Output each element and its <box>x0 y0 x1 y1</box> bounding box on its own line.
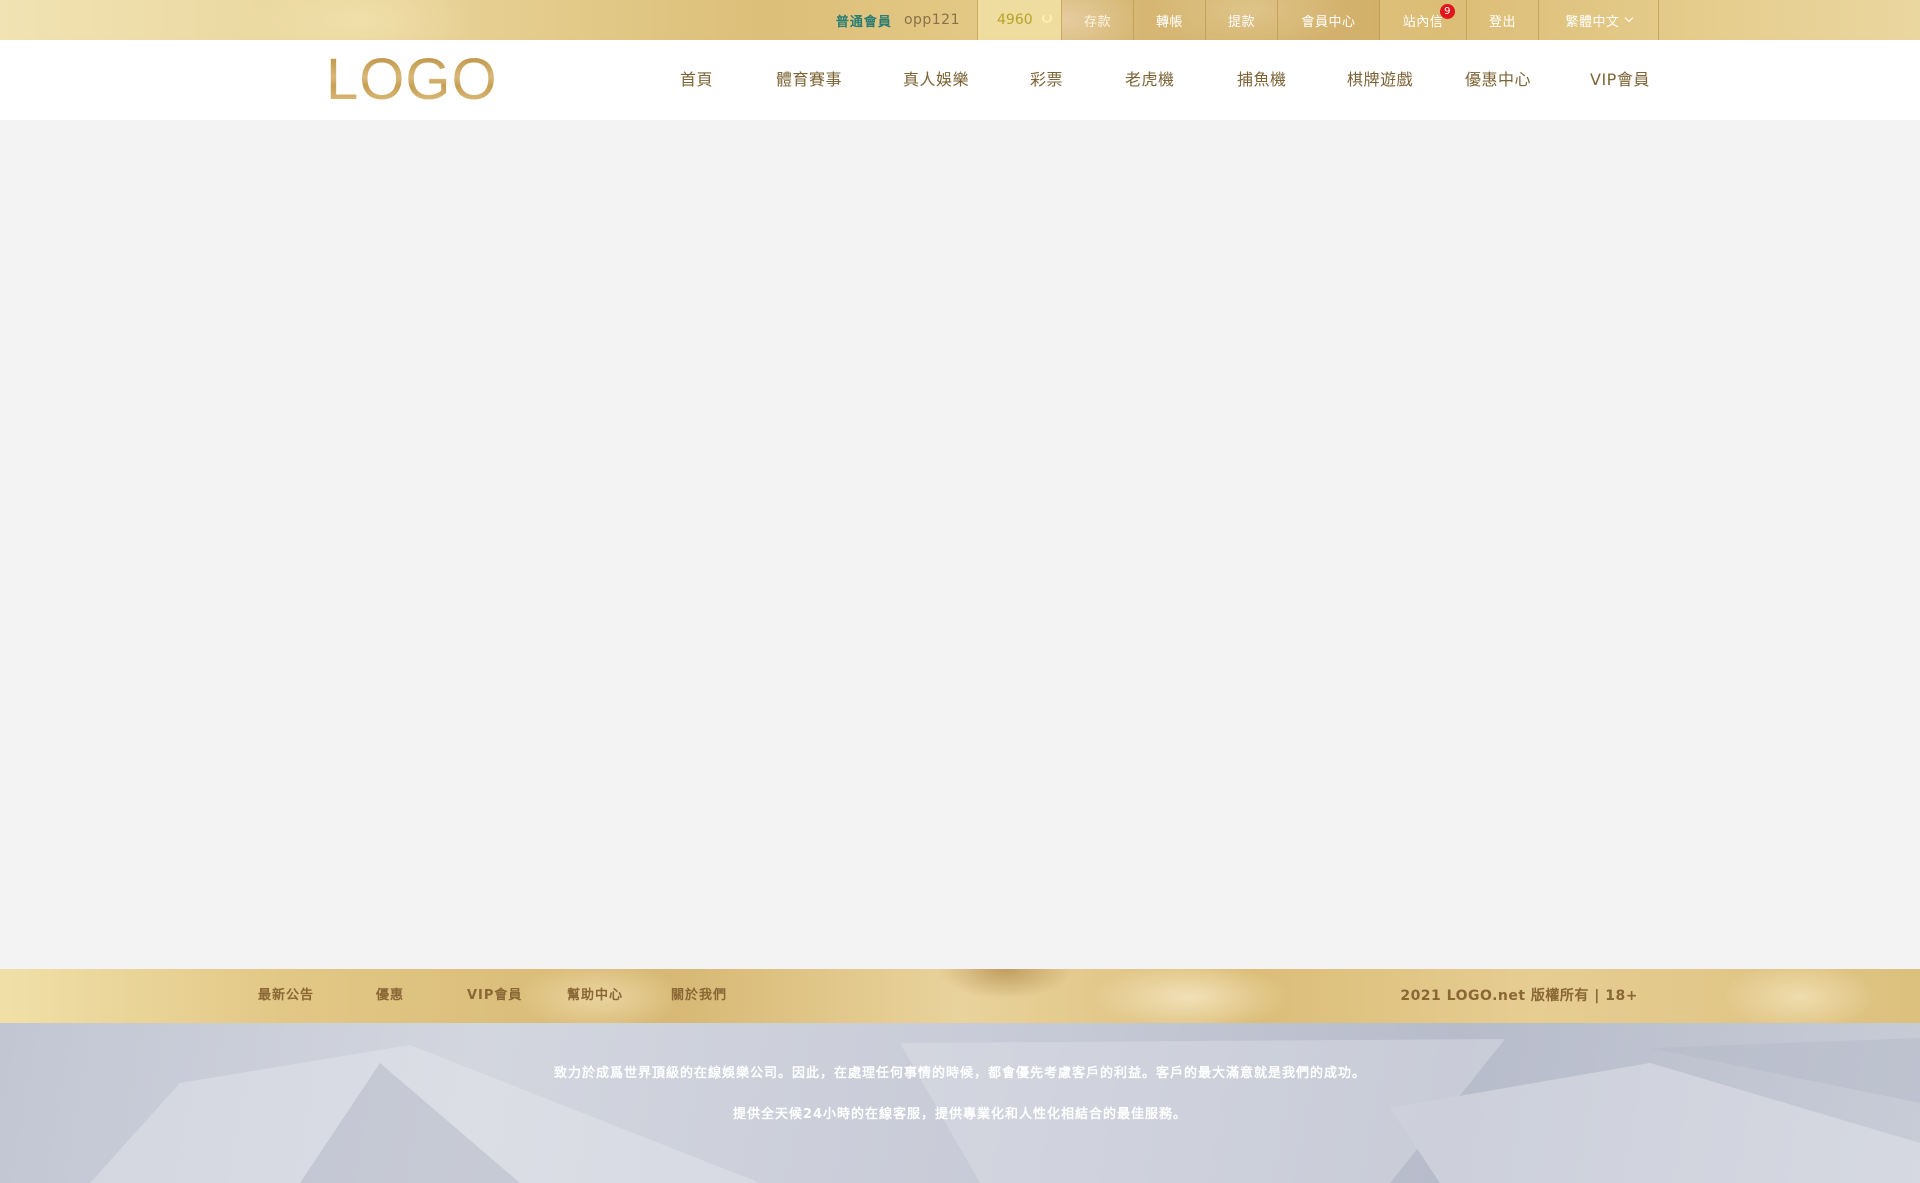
footer-info: 致力於成爲世界頂級的在線娛樂公司。因此，在處理任何事情的時候，都會優先考慮客戶的… <box>0 1023 1920 1183</box>
nav-lottery[interactable]: 彩票 <box>1030 40 1063 120</box>
deposit-label: 存款 <box>1083 14 1111 30</box>
footer-mission-line: 致力於成爲世界頂級的在線娛樂公司。因此，在處理任何事情的時候，都會優先考慮客戶的… <box>553 1066 1366 1081</box>
top-bar-actions: 普通會員 opp121 4960 存款 轉帳 提款 會員中心 站內信 9 登出 … <box>836 0 1659 40</box>
member-level-label: 普通會員 <box>835 14 892 30</box>
refresh-balance-icon[interactable] <box>1042 13 1052 23</box>
nav-live-casino[interactable]: 真人娛樂 <box>903 40 969 120</box>
message-count-badge: 9 <box>1440 4 1455 19</box>
withdraw-label: 提款 <box>1227 14 1255 30</box>
footer-link-vip[interactable]: VIP會員 <box>467 969 522 1023</box>
footer-link-announcements[interactable]: 最新公告 <box>258 969 314 1023</box>
footer-link-help[interactable]: 幫助中心 <box>567 969 623 1023</box>
member-username: opp121 <box>903 12 960 28</box>
messages-label: 站內信 <box>1402 14 1444 30</box>
main-content <box>0 120 1920 969</box>
top-bar: 普通會員 opp121 4960 存款 轉帳 提款 會員中心 站內信 9 登出 … <box>0 0 1920 40</box>
messages-link[interactable]: 站內信 9 <box>1380 0 1467 40</box>
nav-card-games[interactable]: 棋牌遊戲 <box>1347 40 1413 120</box>
language-label: 繁體中文 <box>1565 14 1620 30</box>
main-nav: 首頁 體育賽事 真人娛樂 彩票 老虎機 捕魚機 棋牌遊戲 優惠中心 VIP會員 <box>0 40 1920 120</box>
logout-link[interactable]: 登出 <box>1467 0 1539 40</box>
member-center-link[interactable]: 會員中心 <box>1278 0 1380 40</box>
nav-slots[interactable]: 老虎機 <box>1125 40 1175 120</box>
transfer-link[interactable]: 轉帳 <box>1134 0 1206 40</box>
logout-label: 登出 <box>1488 14 1516 30</box>
language-selector[interactable]: 繁體中文 <box>1539 0 1659 40</box>
transfer-label: 轉帳 <box>1155 14 1183 30</box>
member-info: 普通會員 opp121 <box>836 0 977 40</box>
footer-service-line: 提供全天候24小時的在線客服，提供專業化和人性化相結合的最佳服務。 <box>732 1107 1188 1122</box>
nav-vip[interactable]: VIP會員 <box>1590 40 1650 120</box>
footer-link-bar: 最新公告 優惠 VIP會員 幫助中心 關於我們 2021 LOGO.net 版權… <box>0 969 1920 1023</box>
member-center-label: 會員中心 <box>1301 14 1356 30</box>
nav-sports[interactable]: 體育賽事 <box>776 40 842 120</box>
copyright-text: 2021 LOGO.net 版權所有 | 18+ <box>1400 988 1638 1004</box>
nav-home[interactable]: 首頁 <box>680 40 713 120</box>
deposit-link[interactable]: 存款 <box>1062 0 1134 40</box>
chevron-down-icon <box>1624 13 1633 23</box>
balance-display[interactable]: 4960 <box>977 0 1062 40</box>
footer-link-about[interactable]: 關於我們 <box>671 969 727 1023</box>
footer-link-promotions[interactable]: 優惠 <box>376 969 404 1023</box>
nav-promotions[interactable]: 優惠中心 <box>1465 40 1531 120</box>
nav-fishing[interactable]: 捕魚機 <box>1237 40 1287 120</box>
withdraw-link[interactable]: 提款 <box>1206 0 1278 40</box>
balance-value: 4960 <box>997 12 1033 28</box>
main-header: LOGO 首頁 體育賽事 真人娛樂 彩票 老虎機 捕魚機 棋牌遊戲 優惠中心 V… <box>0 40 1920 120</box>
